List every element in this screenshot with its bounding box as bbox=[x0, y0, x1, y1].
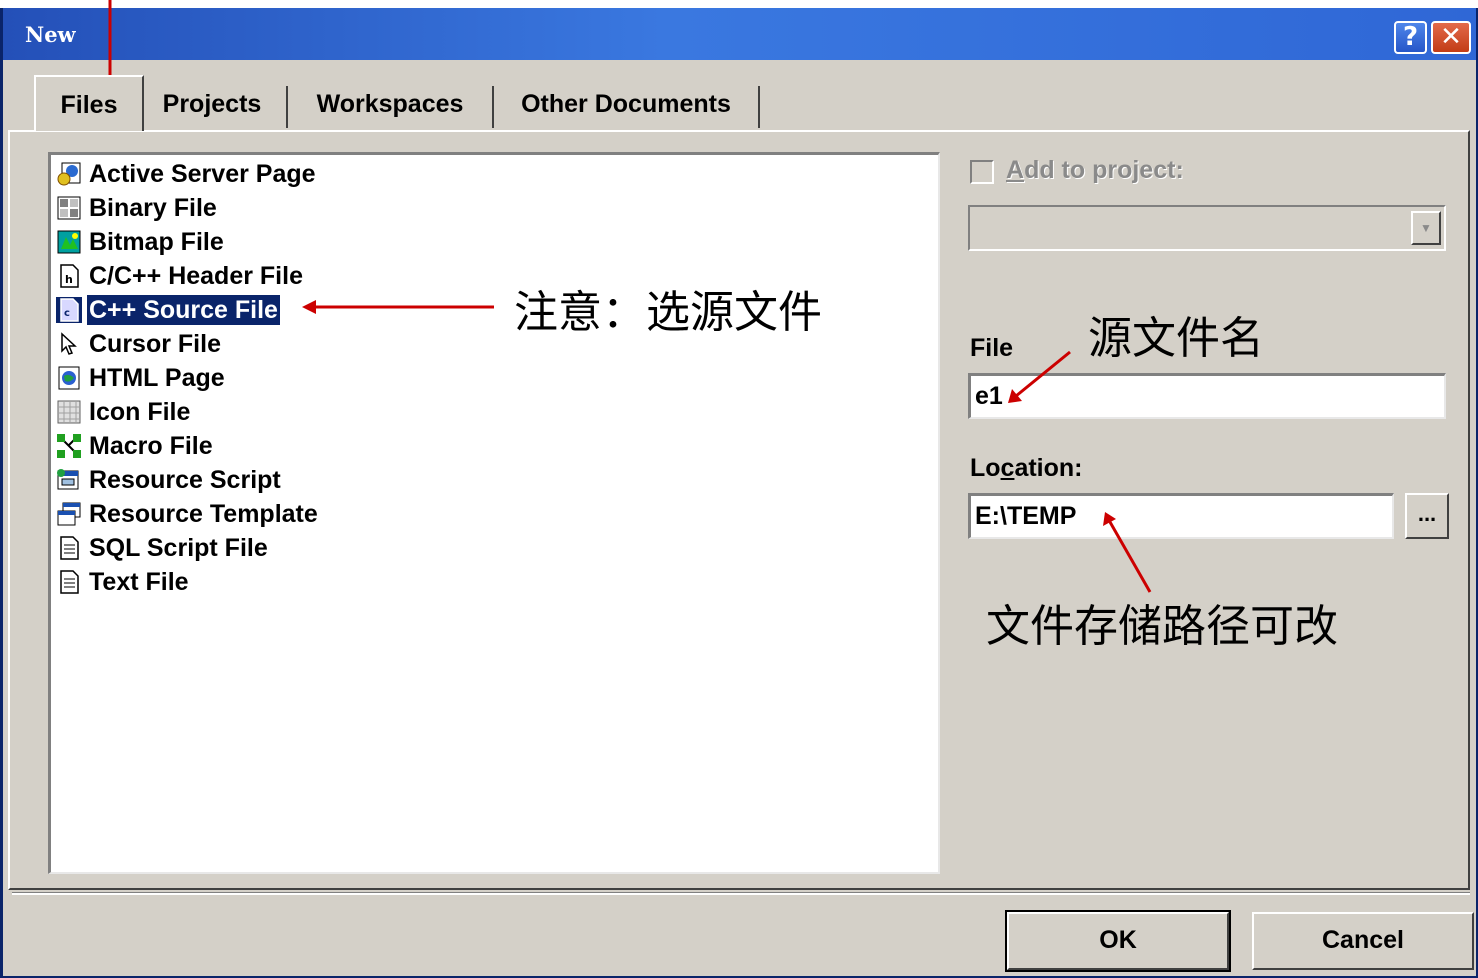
list-item[interactable]: Bitmap File bbox=[55, 226, 226, 258]
asp-icon bbox=[55, 160, 83, 188]
list-item[interactable]: Binary File bbox=[55, 192, 219, 224]
list-item[interactable]: HTML Page bbox=[55, 362, 227, 394]
binary-file-icon bbox=[55, 194, 83, 222]
add-to-project-label: Add to project: bbox=[1006, 156, 1184, 184]
list-item[interactable]: SQL Script File bbox=[55, 532, 270, 564]
dialog-separator bbox=[12, 892, 1470, 895]
list-item[interactable]: Text File bbox=[55, 566, 191, 598]
cursor-icon bbox=[55, 330, 83, 358]
add-to-project-checkbox[interactable] bbox=[970, 160, 994, 184]
list-item[interactable]: Resource Template bbox=[55, 498, 320, 530]
location-input[interactable]: E:\TEMP bbox=[968, 493, 1394, 539]
icon-file-icon bbox=[55, 398, 83, 426]
bitmap-icon bbox=[55, 228, 83, 256]
item-label: Macro File bbox=[89, 432, 213, 460]
html-icon bbox=[55, 364, 83, 392]
tab-divider bbox=[286, 86, 288, 128]
window-title: New bbox=[25, 22, 76, 47]
list-item[interactable]: Cursor File bbox=[55, 328, 223, 360]
sql-file-icon bbox=[55, 534, 83, 562]
item-label: Bitmap File bbox=[89, 228, 224, 256]
header-file-icon: h bbox=[55, 262, 83, 290]
list-item-selected[interactable]: c C++ Source File bbox=[55, 294, 281, 326]
annotation-select-source: 注意：选源文件 bbox=[514, 287, 822, 338]
resource-script-icon bbox=[55, 466, 83, 494]
resource-template-icon bbox=[55, 500, 83, 528]
item-label: SQL Script File bbox=[89, 534, 268, 562]
item-label: Cursor File bbox=[89, 330, 221, 358]
location-label-key: c bbox=[1000, 454, 1015, 482]
browse-button[interactable]: ... bbox=[1405, 493, 1449, 539]
tab-files[interactable]: Files bbox=[34, 75, 144, 131]
svg-text:h: h bbox=[65, 273, 73, 286]
item-label: C++ Source File bbox=[86, 294, 281, 326]
annotation-source-name: 源文件名 bbox=[1088, 313, 1264, 364]
item-label: Resource Script bbox=[89, 466, 281, 494]
ok-button[interactable]: OK bbox=[1005, 910, 1231, 972]
annotation-path-changeable: 文件存储路径可改 bbox=[986, 601, 1338, 652]
file-name-label: File bbox=[970, 334, 1014, 362]
tab-divider bbox=[492, 86, 494, 128]
item-label: Resource Template bbox=[89, 500, 318, 528]
item-label: C/C++ Header File bbox=[89, 262, 303, 290]
chevron-down-icon[interactable]: ▼ bbox=[1411, 211, 1441, 245]
text-file-icon bbox=[55, 568, 83, 596]
location-label: Location: bbox=[970, 454, 1083, 483]
add-to-project-text: dd to project: bbox=[1024, 156, 1184, 184]
item-label: HTML Page bbox=[89, 364, 225, 392]
tab-projects[interactable]: Projects bbox=[150, 80, 274, 130]
title-bar[interactable]: New ? ✕ bbox=[3, 8, 1476, 60]
list-item[interactable]: h C/C++ Header File bbox=[55, 260, 305, 292]
project-combo[interactable]: ▼ bbox=[968, 205, 1446, 251]
list-item[interactable]: Icon File bbox=[55, 396, 192, 428]
list-item[interactable]: Resource Script bbox=[55, 464, 283, 496]
source-file-icon: c bbox=[55, 296, 83, 324]
macro-icon bbox=[55, 432, 83, 460]
tab-workspaces[interactable]: Workspaces bbox=[292, 80, 488, 130]
close-button[interactable]: ✕ bbox=[1431, 21, 1471, 54]
svg-text:c: c bbox=[64, 308, 70, 319]
help-button[interactable]: ? bbox=[1394, 21, 1427, 54]
item-label: Text File bbox=[89, 568, 189, 596]
tab-divider bbox=[758, 86, 760, 128]
location-label-post: ation: bbox=[1014, 454, 1083, 482]
item-label: Active Server Page bbox=[89, 160, 316, 188]
tab-other-documents[interactable]: Other Documents bbox=[500, 80, 752, 130]
file-name-input[interactable]: e1 bbox=[968, 373, 1446, 419]
list-item[interactable]: Active Server Page bbox=[55, 158, 318, 190]
list-item[interactable]: Macro File bbox=[55, 430, 215, 462]
file-type-list[interactable]: Active Server Page Binary File Bitmap Fi… bbox=[48, 152, 940, 874]
location-label-pre: Lo bbox=[970, 454, 1001, 482]
item-label: Icon File bbox=[89, 398, 191, 426]
cancel-button[interactable]: Cancel bbox=[1252, 912, 1474, 970]
item-label: Binary File bbox=[89, 194, 217, 222]
